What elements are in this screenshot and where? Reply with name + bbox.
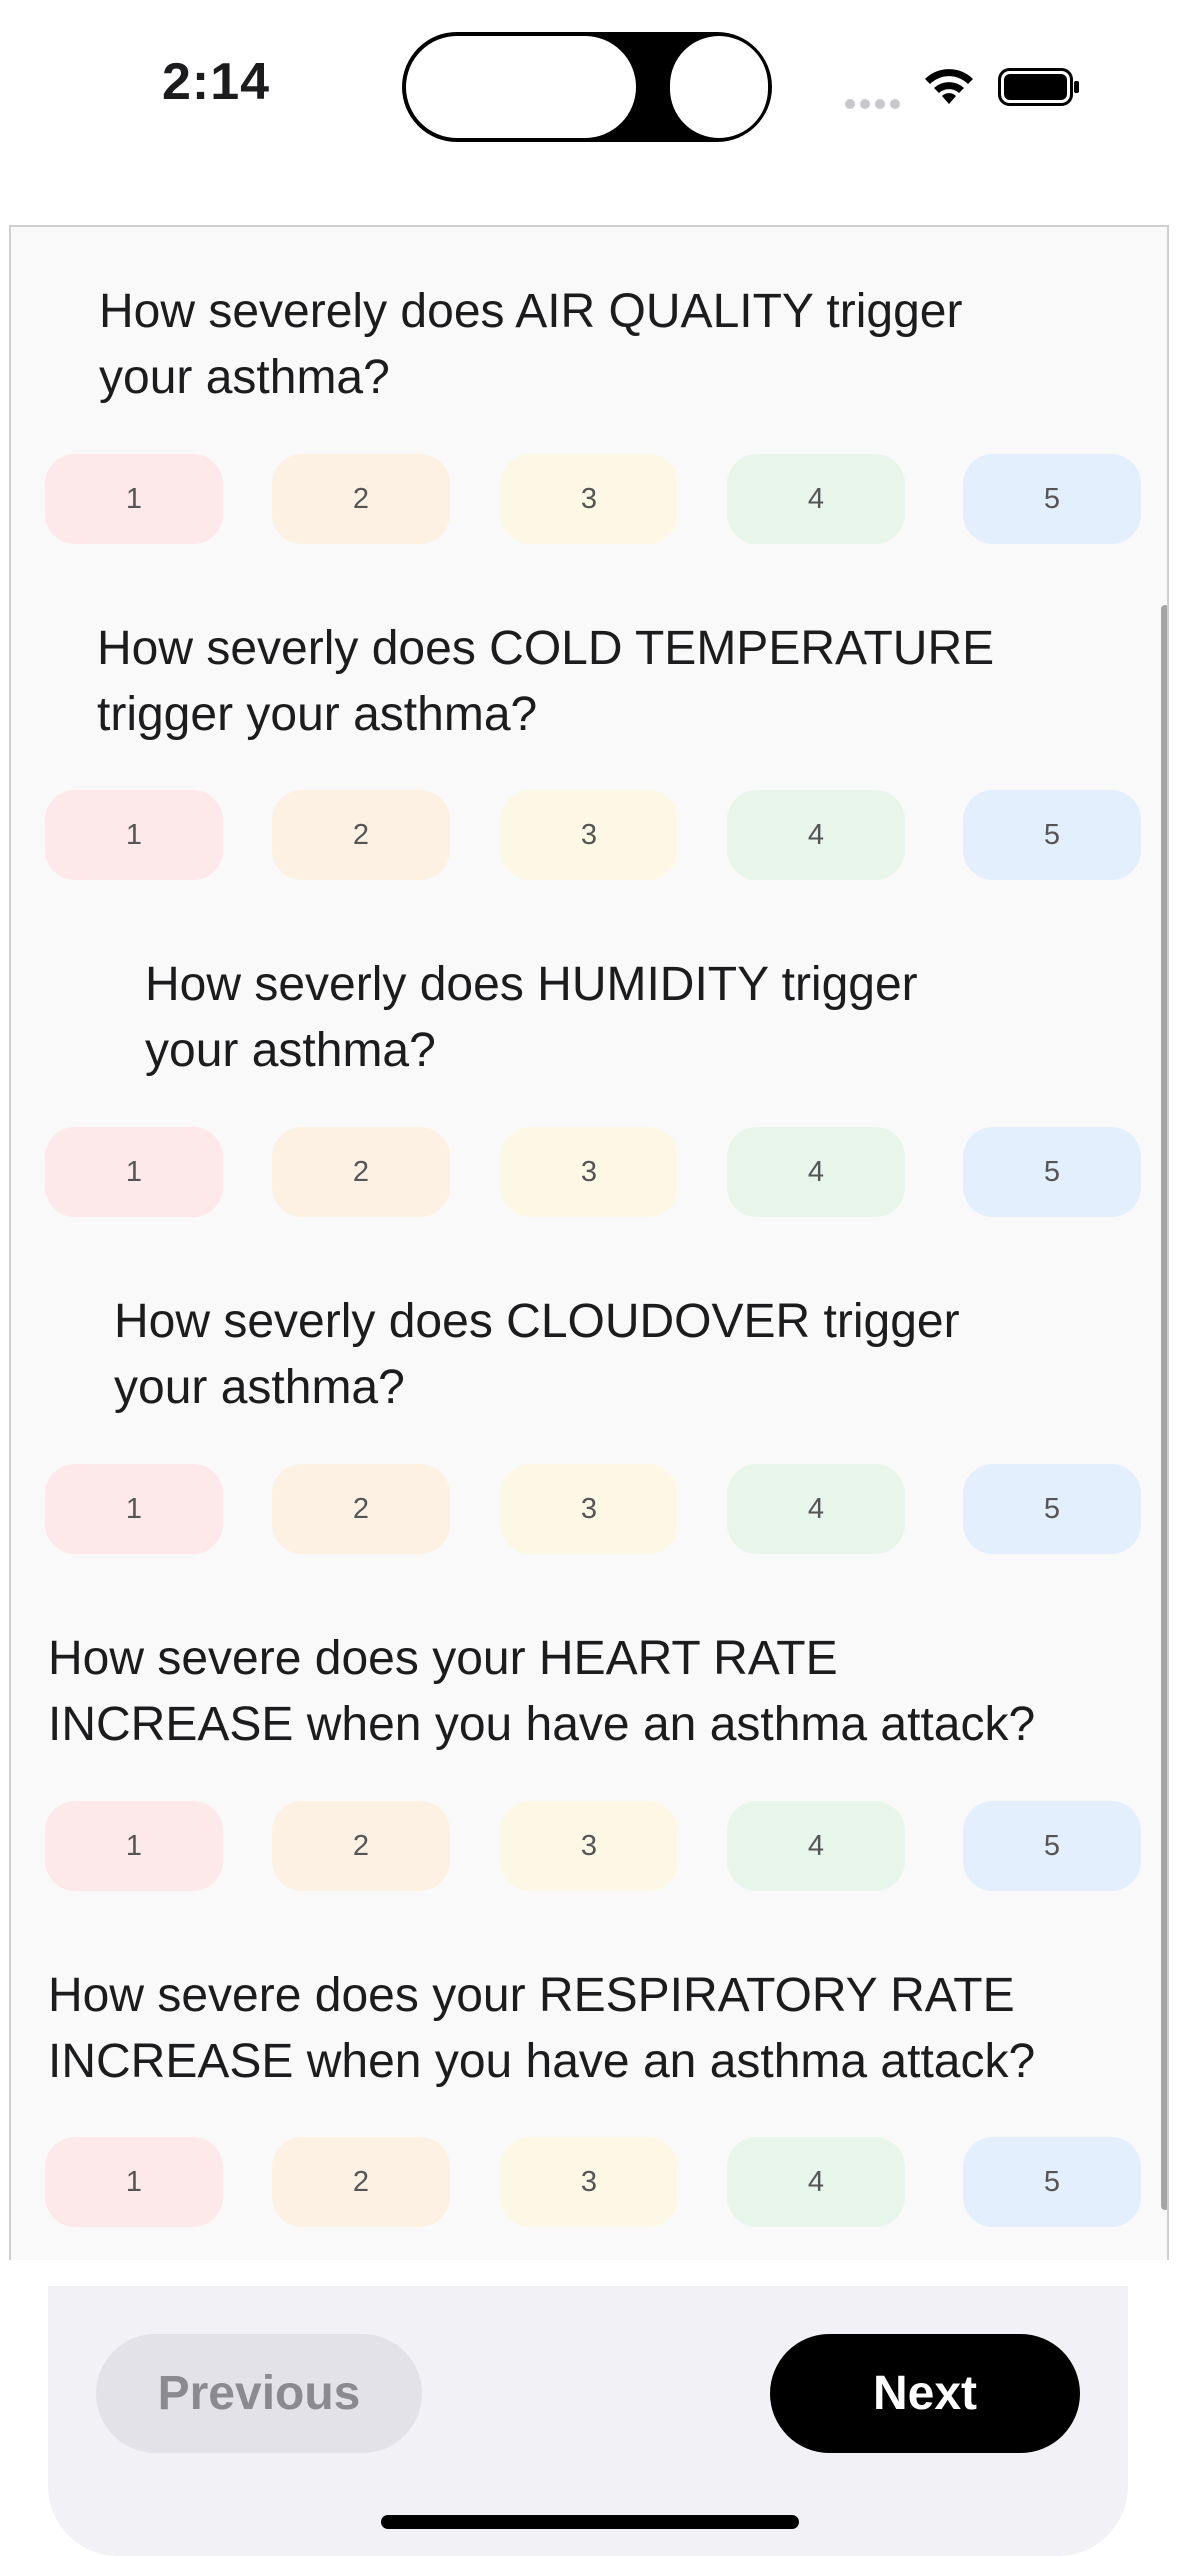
rating-option-3[interactable]: 3 (500, 790, 678, 880)
survey-scroll-panel[interactable]: How severely does AIR QUALITY trigger yo… (9, 225, 1169, 2260)
home-indicator[interactable] (381, 2515, 799, 2529)
rating-option-4[interactable]: 4 (727, 2137, 905, 2227)
rating-option-3[interactable]: 3 (500, 1127, 678, 1217)
rating-option-2[interactable]: 2 (272, 790, 450, 880)
status-time: 2:14 (162, 53, 271, 111)
scrollbar[interactable] (1161, 605, 1167, 2210)
rating-option-2[interactable]: 2 (272, 1464, 450, 1554)
status-bar: 2:14 (0, 0, 1179, 180)
question-cold-temperature: How severly does COLD TEMPERATURE trigge… (97, 622, 995, 741)
question-respiratory-rate: How severe does your RESPIRATORY RATE IN… (48, 1969, 1036, 2088)
rating-option-4[interactable]: 4 (727, 1801, 905, 1891)
rating-option-2[interactable]: 2 (272, 1127, 450, 1217)
rating-option-4[interactable]: 4 (727, 1127, 905, 1217)
rating-option-1[interactable]: 1 (45, 790, 223, 880)
rating-option-2[interactable]: 2 (272, 2137, 450, 2227)
wifi-icon (925, 69, 973, 104)
rating-option-5[interactable]: 5 (963, 790, 1141, 880)
rating-scale-humidity: 1 2 3 4 5 (45, 1127, 1145, 1217)
rating-option-5[interactable]: 5 (963, 1464, 1141, 1554)
rating-scale-respiratory-rate: 1 2 3 4 5 (45, 2137, 1145, 2227)
rating-option-4[interactable]: 4 (727, 454, 905, 544)
rating-option-5[interactable]: 5 (963, 1801, 1141, 1891)
rating-option-5[interactable]: 5 (963, 2137, 1141, 2227)
next-button[interactable]: Next (770, 2334, 1080, 2453)
question-heart-rate: How severe does your HEART RATE INCREASE… (48, 1632, 1036, 1751)
dynamic-island (402, 32, 772, 142)
rating-scale-heart-rate: 1 2 3 4 5 (45, 1801, 1145, 1891)
rating-option-3[interactable]: 3 (500, 2137, 678, 2227)
rating-option-2[interactable]: 2 (272, 1801, 450, 1891)
rating-scale-cold-temperature: 1 2 3 4 5 (45, 790, 1145, 880)
question-humidity: How severly does HUMIDITY trigger your a… (145, 958, 918, 1077)
rating-option-3[interactable]: 3 (500, 454, 678, 544)
rating-option-1[interactable]: 1 (45, 454, 223, 544)
rating-option-3[interactable]: 3 (500, 1464, 678, 1554)
rating-option-2[interactable]: 2 (272, 454, 450, 544)
rating-option-3[interactable]: 3 (500, 1801, 678, 1891)
question-air-quality: How severely does AIR QUALITY trigger yo… (99, 285, 963, 404)
previous-button[interactable]: Previous (96, 2334, 422, 2453)
rating-option-1[interactable]: 1 (45, 1464, 223, 1554)
battery-icon (998, 68, 1079, 106)
rating-option-5[interactable]: 5 (963, 1127, 1141, 1217)
rating-option-1[interactable]: 1 (45, 2137, 223, 2227)
question-cloudover: How severly does CLOUDOVER trigger your … (114, 1295, 960, 1414)
cellular-signal-icon (845, 96, 905, 109)
rating-option-1[interactable]: 1 (45, 1127, 223, 1217)
rating-option-5[interactable]: 5 (963, 454, 1141, 544)
rating-option-4[interactable]: 4 (727, 1464, 905, 1554)
rating-option-1[interactable]: 1 (45, 1801, 223, 1891)
rating-scale-air-quality: 1 2 3 4 5 (45, 454, 1145, 544)
rating-scale-cloudover: 1 2 3 4 5 (45, 1464, 1145, 1554)
rating-option-4[interactable]: 4 (727, 790, 905, 880)
